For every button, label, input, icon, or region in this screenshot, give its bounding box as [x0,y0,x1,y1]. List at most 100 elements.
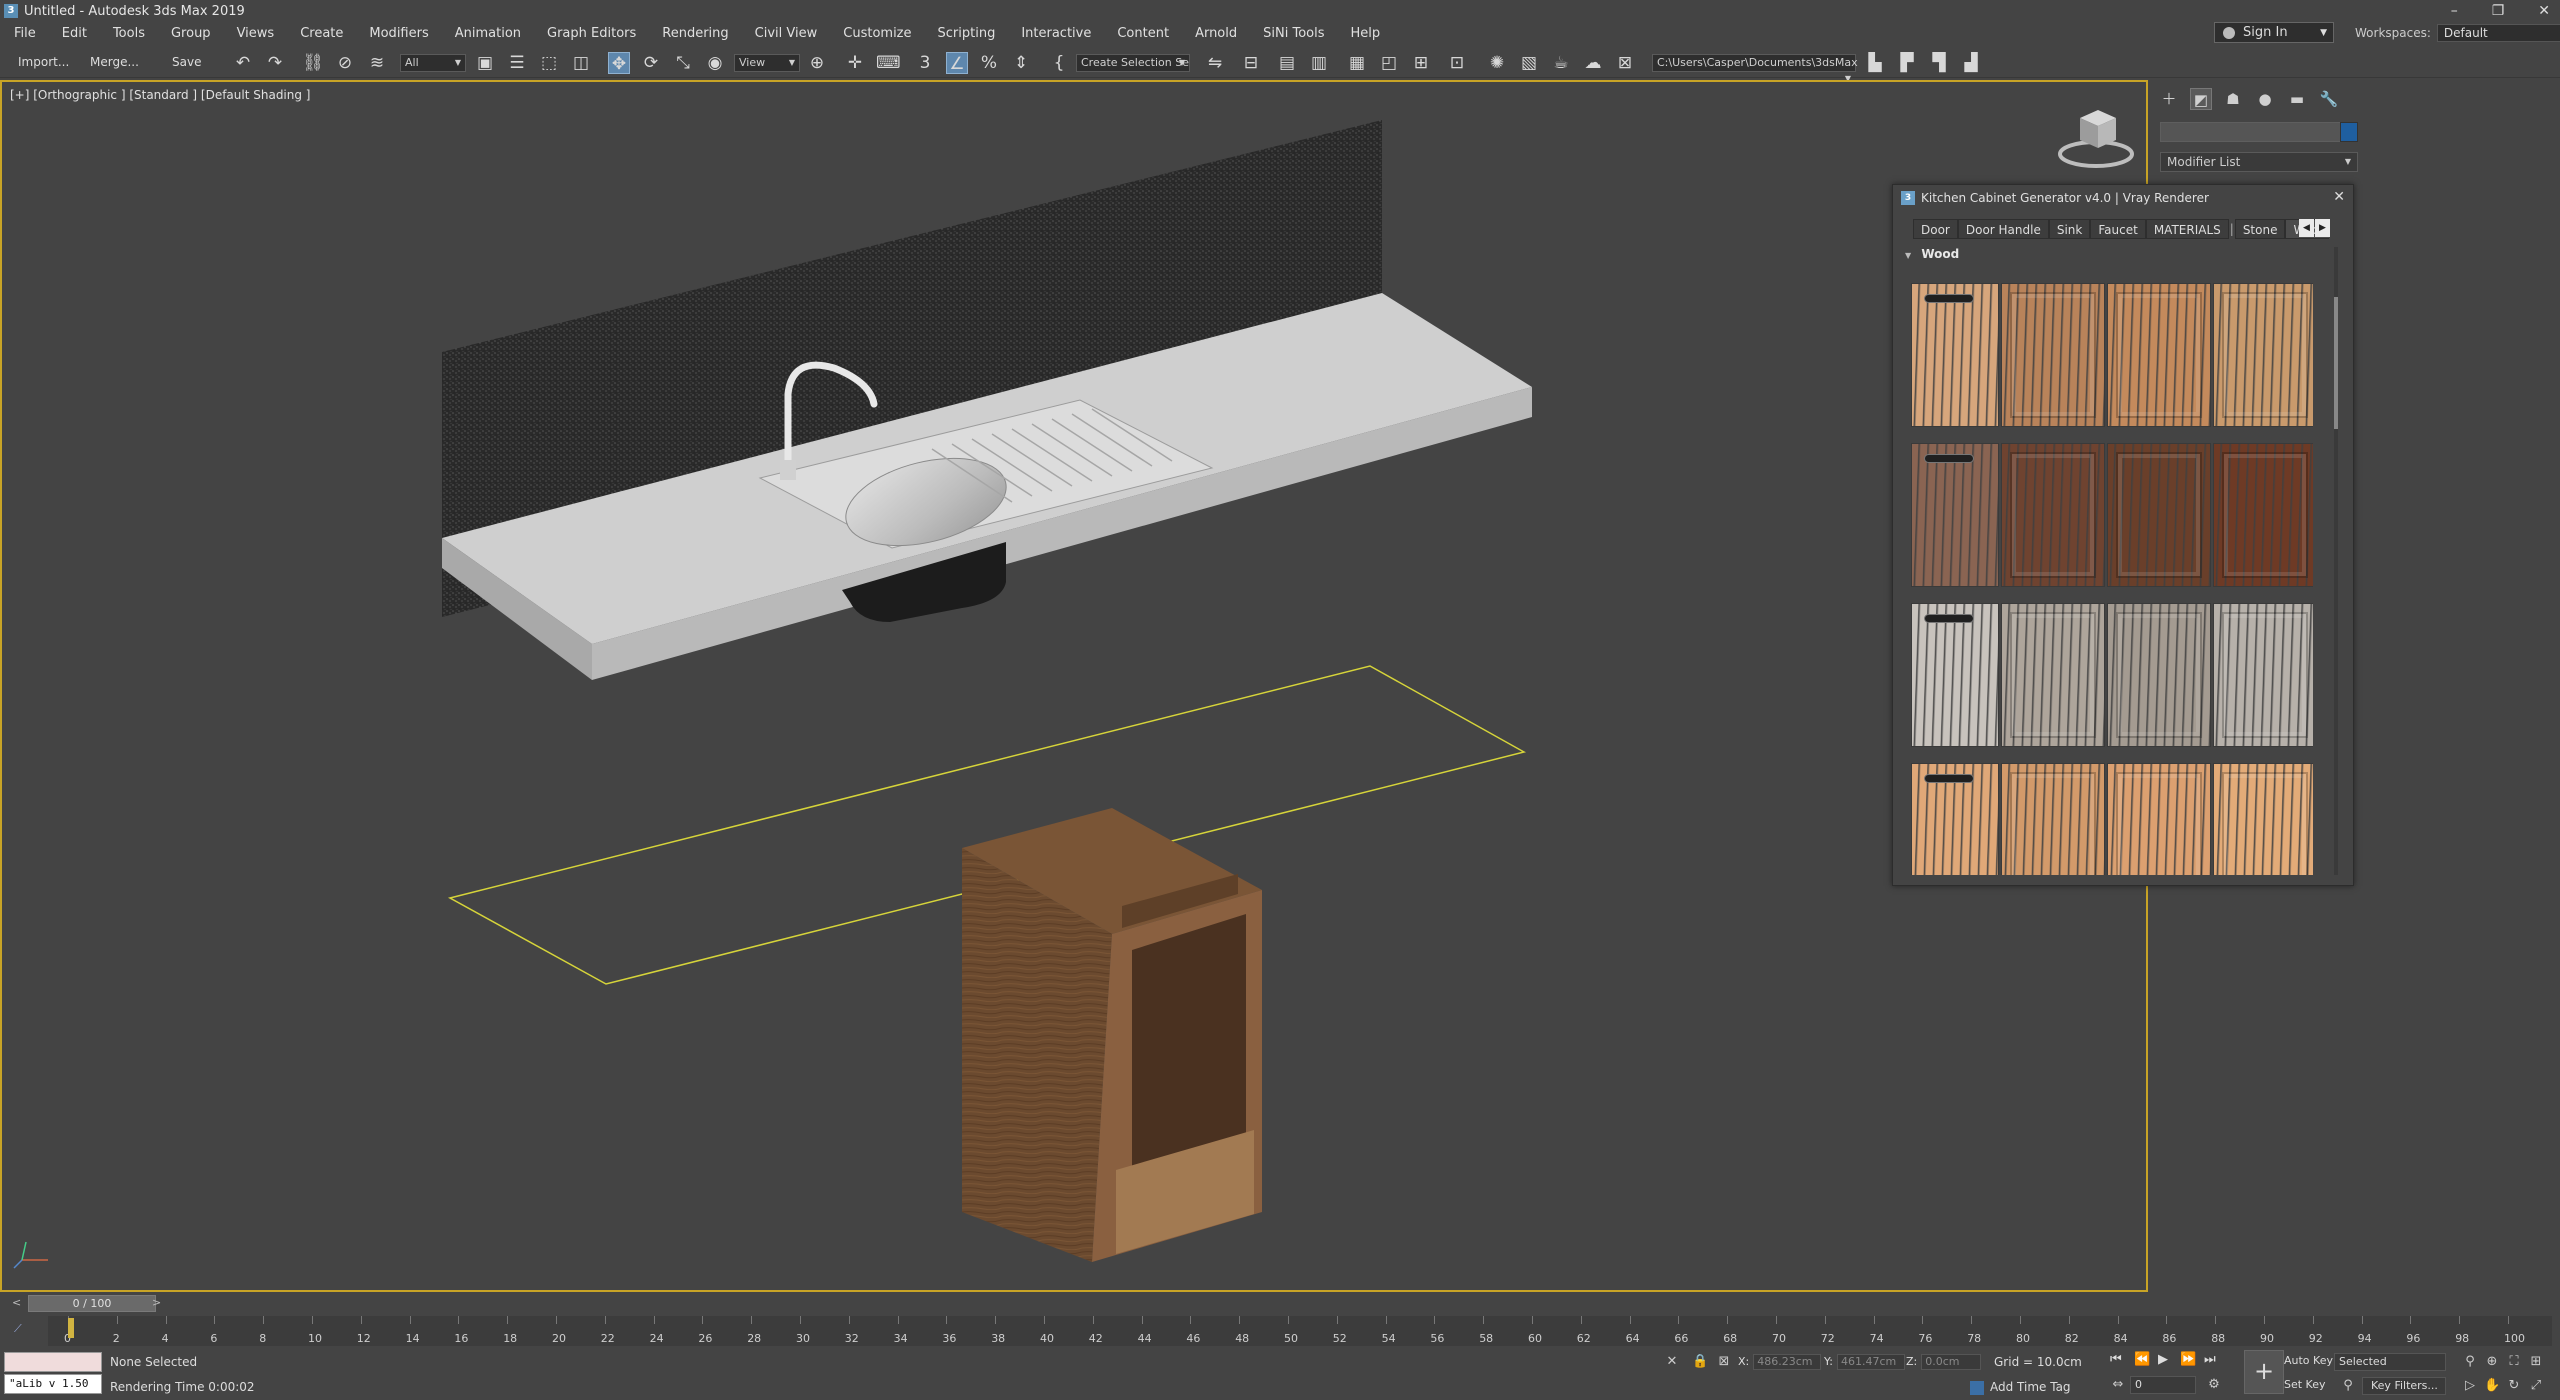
menu-help[interactable]: Help [1337,26,1393,41]
layer-explorer-icon[interactable]: ▥ [1308,52,1330,74]
snaps-toggle-icon[interactable]: 3 [914,52,936,74]
display-icon[interactable]: ▬ [2286,88,2308,110]
add-time-tag[interactable]: Add Time Tag [1970,1380,2071,1395]
render-production-icon[interactable]: ☕ [1550,52,1572,74]
bind-spacewarp-icon[interactable]: ≋ [366,52,388,74]
track-bar-timeline[interactable]: 0 2 4 6 8 10 12 14 16 18 20 22 24 26 28 30 32 34 36 38 40 42 4… [48,1316,2552,1346]
absolute-mode-transform-icon[interactable]: ⊠ [1716,1354,1732,1370]
redo-icon[interactable]: ↷ [264,52,286,74]
toggle-ribbon-icon[interactable]: ▦ [1346,52,1368,74]
next-frame-icon[interactable]: ⏩ [2180,1352,2196,1367]
render-iterative-icon[interactable]: ☁ [1582,52,1604,74]
set-key-mode-button[interactable]: Set Key [2284,1378,2326,1391]
reference-coord-dropdown[interactable]: View ▼ [734,54,800,72]
tab-materials[interactable]: MATERIALS [2145,219,2229,239]
wood-swatch-door[interactable] [2213,763,2313,875]
curve-editor-icon[interactable]: ◰ [1378,52,1400,74]
move-icon[interactable]: ✥ [608,52,630,74]
render-cloud-icon[interactable]: ⊠ [1614,52,1636,74]
auto-key-button[interactable]: Auto Key [2284,1354,2333,1367]
isolate-selection-icon[interactable]: ✕ [1664,1354,1680,1370]
select-manipulate-icon[interactable]: ✛ [844,52,866,74]
edit-named-selection-icon[interactable]: { [1048,52,1070,74]
menu-views[interactable]: Views [223,26,287,41]
create-icon[interactable]: ＋ [2158,88,2180,110]
align-icon[interactable]: ⊟ [1240,52,1262,74]
menu-customize[interactable]: Customize [829,26,923,41]
viewcube[interactable] [2058,110,2134,168]
wood-swatch-door[interactable] [2213,603,2313,747]
menu-tools[interactable]: Tools [99,26,157,41]
wood-swatch-door[interactable] [2001,763,2105,875]
field-of-view-icon[interactable]: ▷ [2462,1378,2478,1394]
wood-swatch-door[interactable] [2001,443,2105,587]
undo-icon[interactable]: ↶ [232,52,254,74]
place-icon[interactable]: ◉ [704,52,726,74]
pan-icon[interactable]: ✋ [2484,1378,2500,1394]
rect-selection-icon[interactable]: ⬚ [538,52,560,74]
minimize-button[interactable]: – [2451,3,2458,19]
project-open-icon[interactable]: ▛ [1896,52,1918,74]
tab-door-handle[interactable]: Door Handle [1957,219,2049,239]
z-coordinate-field[interactable]: 0.0cm [1921,1354,1982,1370]
selection-filter-dropdown[interactable]: All ▼ [400,54,466,72]
current-frame-marker[interactable] [68,1318,74,1338]
workspace-dropdown[interactable]: Default [2436,24,2560,42]
wood-swatch-handle-door[interactable] [1911,763,1999,875]
key-mode-toggle-icon[interactable]: ⇔ [2110,1377,2126,1393]
maxscript-mini-listener[interactable]: "aLib v 1.50 [4,1374,102,1394]
zoom-extents-all-icon[interactable]: ⊞ [2528,1354,2544,1370]
tab-stone[interactable]: Stone [2234,219,2286,239]
previous-frame-icon[interactable]: ⏪ [2134,1352,2150,1367]
wood-swatch-door[interactable] [2107,763,2211,875]
time-slider-prev-button[interactable]: < [12,1296,21,1309]
wood-swatch-door[interactable] [2001,283,2105,427]
select-by-name-icon[interactable]: ☰ [506,52,528,74]
menu-create[interactable]: Create [286,26,355,41]
curve-editor-mini-icon[interactable]: ⟋ [14,1322,22,1336]
select-object-icon[interactable]: ▣ [474,52,496,74]
render-setup-icon[interactable]: ✺ [1486,52,1508,74]
utilities-icon[interactable]: 🔧 [2318,88,2340,110]
tab-sink[interactable]: Sink [2048,219,2091,239]
window-crossing-icon[interactable]: ◫ [570,52,592,74]
material-editor-icon[interactable]: ⊡ [1446,52,1468,74]
project-path-dropdown[interactable]: C:\Users\Casper\Documents\3dsMax ▼ [1652,54,1858,83]
unlink-icon[interactable]: ⊘ [334,52,356,74]
wood-rollout-header[interactable]: ▼ Wood [1905,247,2335,267]
menu-edit[interactable]: Edit [48,26,99,41]
object-name-field[interactable] [2160,122,2350,142]
menu-sini-tools[interactable]: SiNi Tools [1249,26,1336,41]
go-to-start-icon[interactable]: ⏮ [2110,1352,2122,1367]
project-folder-icon[interactable]: ▙ [1864,52,1886,74]
key-filter-icon[interactable]: ⚲ [2340,1378,2356,1394]
set-key-button[interactable]: + [2244,1350,2284,1394]
x-coordinate-field[interactable]: 486.23cm [1753,1354,1822,1370]
import-button[interactable]: Import... [12,51,75,73]
wood-swatch-handle-door[interactable] [1911,283,1999,427]
time-configuration-icon[interactable]: ⚙ [2206,1377,2222,1393]
menu-content[interactable]: Content [1103,26,1181,41]
close-button[interactable]: ✕ [2538,3,2550,19]
menu-file[interactable]: File [0,26,48,41]
link-icon[interactable]: ⛓ [302,52,324,74]
play-icon[interactable]: ▶ [2158,1352,2168,1367]
wood-swatch-door[interactable] [2213,283,2313,427]
project-settings-icon[interactable]: ▟ [1960,52,1982,74]
y-coordinate-field[interactable]: 461.47cm [1836,1354,1905,1370]
dialog-scrollbar-thumb[interactable] [2334,297,2338,429]
menu-civil-view[interactable]: Civil View [741,26,830,41]
object-color-swatch[interactable] [2340,122,2358,142]
dialog-close-button[interactable]: ✕ [2333,189,2345,205]
tab-faucet[interactable]: Faucet [2090,219,2146,239]
modify-icon[interactable]: ◩ [2190,88,2212,110]
angle-snap-icon[interactable]: ∠ [946,52,968,74]
orbit-icon[interactable]: ↻ [2506,1378,2522,1394]
scene-explorer-icon[interactable]: ▤ [1276,52,1298,74]
key-filters-button[interactable]: Key Filters... [2362,1377,2446,1395]
selection-lock-icon[interactable]: 🔒 [1692,1354,1708,1370]
project-save-icon[interactable]: ▜ [1928,52,1950,74]
wood-swatch-door[interactable] [2107,603,2211,747]
rendered-frame-window-icon[interactable]: ▧ [1518,52,1540,74]
named-selection-dropdown[interactable]: Create Selection Se ▼ [1076,54,1190,72]
